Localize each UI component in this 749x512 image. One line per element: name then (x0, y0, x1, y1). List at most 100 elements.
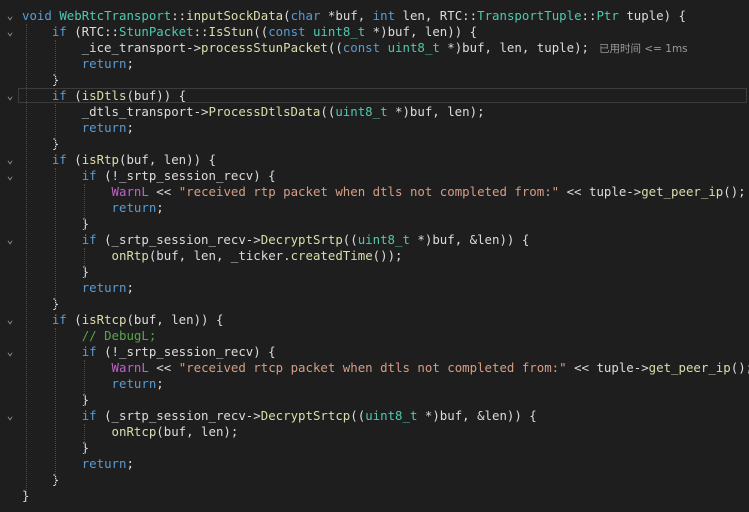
code-token-plain: ( (283, 8, 291, 23)
code-token-macro: WarnL (111, 184, 149, 199)
code-token-type: Ptr (596, 8, 619, 23)
code-token-plain: tuple) { (618, 8, 686, 23)
code-token-plain: (buf, len)) { (119, 152, 216, 167)
code-line[interactable]: ⌄ if (!_srtp_session_recv) { (0, 168, 749, 184)
code-token-function: isRtcp (81, 312, 127, 327)
code-text: WarnL << "received rtcp packet when dtls… (22, 360, 749, 376)
code-line[interactable]: } (0, 216, 749, 232)
code-line[interactable]: ⌄ if (!_srtp_session_recv) { (0, 344, 749, 360)
code-token-plain: *)buf, len)) { (365, 24, 478, 39)
code-text: _ice_transport->processStunPacket((const… (22, 40, 688, 57)
code-token-plain: ( (66, 88, 82, 103)
code-line[interactable]: _dtls_transport->ProcessDtlsData((uint8_… (0, 104, 749, 120)
code-token-plain: :: (193, 24, 209, 39)
code-line[interactable]: WarnL << "received rtp packet when dtls … (0, 184, 749, 200)
perf-tip-hint: 已用时间 <= 1ms (599, 43, 688, 55)
code-token-plain: _ice_transport-> (22, 40, 202, 55)
code-line[interactable]: return; (0, 376, 749, 392)
code-text: if (_srtp_session_recv->DecryptSrtp((uin… (22, 232, 530, 248)
code-line[interactable]: } (0, 296, 749, 312)
code-line[interactable]: ⌄ if (RTC::StunPacket::IsStun((const uin… (0, 24, 749, 40)
code-line[interactable]: } (0, 136, 749, 152)
code-line[interactable]: } (0, 440, 749, 456)
code-token-keyword: int (372, 8, 396, 23)
code-line[interactable]: _ice_transport->processStunPacket((const… (0, 40, 749, 56)
indent-guide (84, 424, 85, 454)
code-token-function: ProcessDtlsData (208, 104, 321, 119)
code-line[interactable]: ⌄ void WebRtcTransport::inputSockData(cha… (0, 8, 749, 24)
code-text: _dtls_transport->ProcessDtlsData((uint8_… (22, 104, 485, 120)
code-line[interactable]: } (0, 392, 749, 408)
code-token-plain: _dtls_transport-> (22, 104, 209, 119)
code-token-plain: *buf, (320, 8, 373, 23)
fold-toggle-icon[interactable]: ⌄ (4, 312, 16, 328)
code-token-keyword: if (51, 88, 67, 103)
code-token-plain: (RTC:: (66, 24, 119, 39)
fold-toggle-icon[interactable]: ⌄ (4, 168, 16, 184)
code-token-plain: << (148, 184, 179, 199)
code-line[interactable]: } (0, 472, 749, 488)
code-editor[interactable]: ⌄ void WebRtcTransport::inputSockData(cha… (0, 0, 749, 512)
code-token-keyword: return (111, 200, 157, 215)
code-token-plain: (( (350, 408, 366, 423)
code-line[interactable]: return; (0, 120, 749, 136)
code-text: } (22, 72, 59, 88)
code-token-plain: ; (126, 456, 134, 471)
code-token-keyword: char (290, 8, 321, 23)
code-text: return; (22, 280, 134, 296)
code-line[interactable]: ⌄ if (isRtp(buf, len)) { (0, 152, 749, 168)
code-token-keyword: if (81, 408, 97, 423)
code-line[interactable]: return; (0, 56, 749, 72)
code-line[interactable]: onRtp(buf, len, _ticker.createdTime()); (0, 248, 749, 264)
code-line[interactable]: ⌄ if (isDtls(buf)) { (0, 88, 749, 104)
fold-toggle-icon[interactable]: ⌄ (4, 24, 16, 40)
code-line[interactable]: } (0, 488, 749, 504)
code-token-function: DecryptSrtcp (260, 408, 351, 423)
code-text: return; (22, 120, 134, 136)
code-token-plain: (!_srtp_session_recv) { (96, 344, 276, 359)
code-token-plain: } (22, 472, 60, 487)
code-token-plain: *)buf, len); (387, 104, 485, 119)
code-text: if (isDtls(buf)) { (22, 88, 186, 104)
code-line[interactable]: return; (0, 200, 749, 216)
code-line[interactable]: WarnL << "received rtcp packet when dtls… (0, 360, 749, 376)
code-token-keyword: return (81, 456, 127, 471)
code-token-plain: << tuple-> (566, 360, 649, 375)
code-line[interactable]: ⌄ if (_srtp_session_recv->DecryptSrtcp((… (0, 408, 749, 424)
code-line[interactable]: return; (0, 456, 749, 472)
code-line[interactable]: } (0, 72, 749, 88)
code-token-type: uint8_t (387, 40, 440, 55)
code-line[interactable]: ⌄ if (isRtcp(buf, len)) { (0, 312, 749, 328)
indent-guide (55, 104, 56, 150)
indent-guide (84, 184, 85, 230)
code-token-keyword: const (268, 24, 306, 39)
code-line[interactable]: ⌄ if (_srtp_session_recv->DecryptSrtp((u… (0, 232, 749, 248)
code-token-function: isRtp (81, 152, 119, 167)
fold-toggle-icon[interactable]: ⌄ (4, 152, 16, 168)
code-token-plain: } (22, 136, 60, 151)
code-token-keyword: const (342, 40, 381, 55)
code-token-plain: *)buf, &len)) { (409, 232, 530, 247)
code-token-keyword: if (51, 152, 67, 167)
code-text: return; (22, 56, 134, 72)
code-text: if (_srtp_session_recv->DecryptSrtcp((ui… (22, 408, 537, 424)
code-text: onRtp(buf, len, _ticker.createdTime()); (22, 248, 403, 264)
code-token-keyword: if (51, 24, 67, 39)
fold-toggle-icon[interactable]: ⌄ (4, 8, 16, 24)
fold-toggle-icon[interactable]: ⌄ (4, 408, 16, 424)
fold-toggle-icon[interactable]: ⌄ (4, 232, 16, 248)
code-line[interactable]: // DebugL; (0, 328, 749, 344)
code-line[interactable]: onRtcp(buf, len); (0, 424, 749, 440)
code-token-plain: *)buf, &len)) { (417, 408, 537, 423)
code-line[interactable]: } (0, 264, 749, 280)
fold-toggle-icon[interactable]: ⌄ (4, 88, 16, 104)
code-text: if (!_srtp_session_recv) { (22, 344, 276, 360)
code-line[interactable]: return; (0, 280, 749, 296)
code-text: } (22, 136, 59, 152)
fold-toggle-icon[interactable]: ⌄ (4, 344, 16, 360)
